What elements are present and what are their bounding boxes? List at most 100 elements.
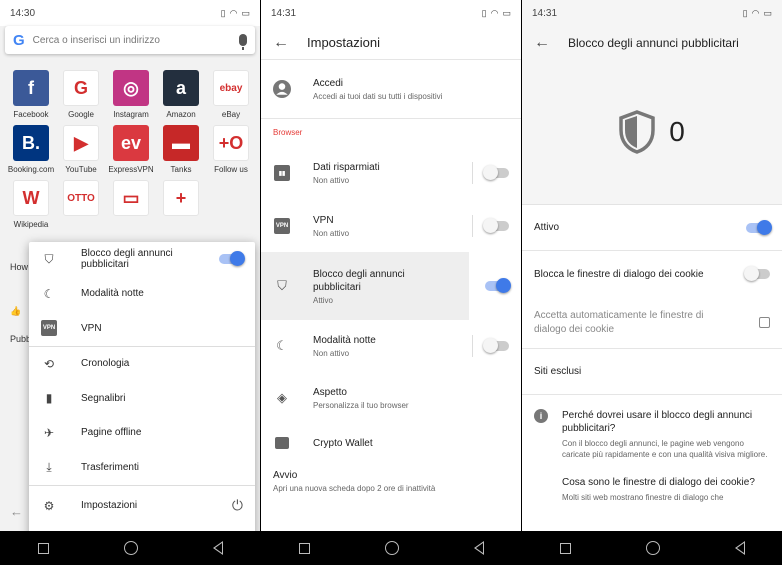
chart-icon: ▮▮	[273, 164, 291, 182]
status-icons: ▯ ◠ ▭	[742, 7, 772, 18]
speed-dial-label: Instagram	[113, 110, 149, 119]
auto-accept-checkbox[interactable]	[759, 317, 770, 328]
active-row[interactable]: Attivo	[522, 205, 782, 251]
ad-block-toggle[interactable]	[485, 278, 511, 293]
home-button[interactable]	[645, 541, 660, 555]
speed-dial-tile[interactable]: ▬ Tanks	[156, 125, 206, 174]
speed-dial-tile[interactable]: a Amazon	[156, 70, 206, 119]
menu-label: Trasferimenti	[81, 461, 139, 473]
speed-dial-tile[interactable]: ▭	[106, 180, 156, 229]
status-icons: ▯ ◠ ▭	[481, 7, 511, 18]
signin-subtitle: Accedi ai tuoi dati su tutti i dispositi…	[313, 92, 443, 101]
menu-item-vpn[interactable]: VPN VPN	[29, 311, 255, 346]
speed-dial-tile[interactable]: ◎ Instagram	[106, 70, 156, 119]
menu-item-bookmarks[interactable]: ▮ Segnalibri	[29, 381, 255, 416]
page-title: Blocco degli annunci pubblicitari	[568, 36, 739, 50]
menu-item-offline-pages[interactable]: ✈ Pagine offline	[29, 416, 255, 451]
home-button[interactable]	[123, 541, 138, 555]
ad-block-row[interactable]: ⛉ Blocco degli annunci pubblicitari Atti…	[261, 252, 521, 320]
row-title: VPN	[313, 215, 334, 226]
recents-button[interactable]	[559, 542, 571, 554]
speed-dial-tile[interactable]: OTTO	[56, 180, 106, 229]
back-button[interactable]	[473, 541, 484, 555]
menu-item-ad-block[interactable]: ⛉ Blocco degli annunci pubblicitari	[29, 242, 255, 277]
data-saving-row[interactable]: ▮▮ Dati risparmiati Non attivo	[261, 146, 521, 200]
menu-item-downloads[interactable]: ⤓ Trasferimenti	[29, 450, 255, 485]
menu-item-night-mode[interactable]: ☾ Modalità notte	[29, 277, 255, 312]
search-placeholder: Cerca o inserisci un indirizzo	[32, 34, 160, 46]
moon-icon: ☾	[43, 286, 55, 301]
active-toggle[interactable]	[746, 219, 772, 235]
settings-app-bar: ← Impostazioni	[261, 26, 521, 60]
microphone-icon[interactable]	[239, 34, 247, 50]
faq-answer: Con il blocco degli annunci, le pagine w…	[562, 439, 768, 459]
vpn-row[interactable]: VPN VPN Non attivo	[261, 200, 521, 252]
paint-bucket-icon: ◈	[277, 390, 287, 405]
gear-icon: ⚙	[43, 498, 55, 513]
speed-dial-tile[interactable]: +	[156, 180, 206, 229]
speed-dial-tile[interactable]: G Google	[56, 70, 106, 119]
booking-icon: B.	[13, 125, 49, 161]
speed-dial-label: Tanks	[170, 165, 192, 174]
status-time: 14:31	[532, 7, 558, 19]
row-title: Attivo	[534, 222, 560, 233]
menu-label: Cronologia	[81, 358, 130, 370]
speed-dial-tile[interactable]: f Facebook	[6, 70, 56, 119]
address-bar[interactable]: G Cerca o inserisci un indirizzo	[5, 26, 255, 54]
row-title: Dati risparmiati	[313, 162, 380, 173]
back-button[interactable]	[212, 541, 223, 555]
power-icon[interactable]: ⏻	[232, 497, 243, 514]
speed-dial-label: Google	[68, 110, 94, 119]
blocked-count: 0	[669, 116, 685, 147]
recents-button[interactable]	[37, 542, 49, 554]
info-icon: i	[534, 409, 548, 423]
speed-dial-tile[interactable]: +O Follow us	[206, 125, 256, 174]
bookmark-icon: ▮	[45, 391, 53, 406]
speed-dial-tile[interactable]: B. Booking.com	[6, 125, 56, 174]
wallet-icon	[273, 434, 291, 452]
status-time: 14:31	[271, 7, 297, 19]
crypto-wallet-row[interactable]: Crypto Wallet	[261, 424, 521, 462]
moon-icon: ☾	[276, 338, 288, 353]
signin-row[interactable]: Accedi Accedi ai tuoi dati su tutti i di…	[261, 60, 521, 118]
vpn-toggle[interactable]	[483, 218, 509, 233]
data-saving-toggle[interactable]	[483, 165, 509, 180]
startup-row[interactable]: Avvio Apri una nuova scheda dopo 2 ore d…	[261, 462, 521, 493]
speed-dial-tile[interactable]: ▶ YouTube	[56, 125, 106, 174]
block-cookie-toggle[interactable]	[744, 266, 770, 281]
start-page: G Cerca o inserisci un indirizzo f Facebo…	[0, 26, 260, 550]
speed-dial-tile[interactable]: W Wikipedia	[6, 180, 56, 229]
excluded-sites-row[interactable]: Siti esclusi	[522, 349, 782, 395]
row-title: Siti esclusi	[534, 366, 582, 377]
night-mode-toggle[interactable]	[483, 338, 509, 353]
speed-dial-label: YouTube	[65, 165, 97, 174]
menu-label: Pagine offline	[81, 427, 142, 439]
page-title: Impostazioni	[307, 35, 380, 50]
faq-item: i Perché dovrei usare il blocco degli an…	[522, 409, 782, 460]
menu-item-history[interactable]: ⟲ Cronologia	[29, 347, 255, 382]
menu-item-settings[interactable]: ⚙ Impostazioni ⏻	[29, 486, 255, 526]
status-bar: 14:31 ▯ ◠ ▭	[261, 0, 521, 26]
ebay-icon: ebay	[213, 70, 249, 106]
back-arrow-icon[interactable]: ←	[273, 34, 289, 52]
block-cookie-row[interactable]: Blocca le finestre di dialogo dei cookie	[522, 251, 782, 297]
speed-dial-tile[interactable]: ev ExpressVPN	[106, 125, 156, 174]
vpn-icon: VPN	[273, 217, 291, 235]
appearance-row[interactable]: ◈ Aspetto Personalizza il tuo browser	[261, 372, 521, 424]
row-title: Accetta automaticamente le finestre di d…	[534, 309, 704, 335]
youtube-icon: ▶	[63, 125, 99, 161]
night-mode-row[interactable]: ☾ Modalità notte Non attivo	[261, 320, 521, 372]
menu-label: Segnalibri	[81, 392, 126, 404]
auto-accept-cookie-row[interactable]: Accetta automaticamente le finestre di d…	[522, 297, 782, 349]
recents-button[interactable]	[298, 542, 310, 554]
history-icon: ⟲	[43, 356, 55, 371]
faq-answer: Molti siti web mostrano finestre di dial…	[562, 493, 724, 502]
system-nav-bar	[261, 531, 521, 565]
ad-block-toggle[interactable]	[219, 251, 245, 267]
speed-dial-label: Wikipedia	[13, 220, 49, 229]
back-arrow-icon[interactable]: ←	[534, 34, 550, 52]
speed-dial-tile[interactable]: ebay eBay	[206, 70, 256, 119]
back-button[interactable]	[734, 541, 745, 555]
speed-dial-label: Facebook	[13, 110, 49, 119]
home-button[interactable]	[384, 541, 399, 555]
